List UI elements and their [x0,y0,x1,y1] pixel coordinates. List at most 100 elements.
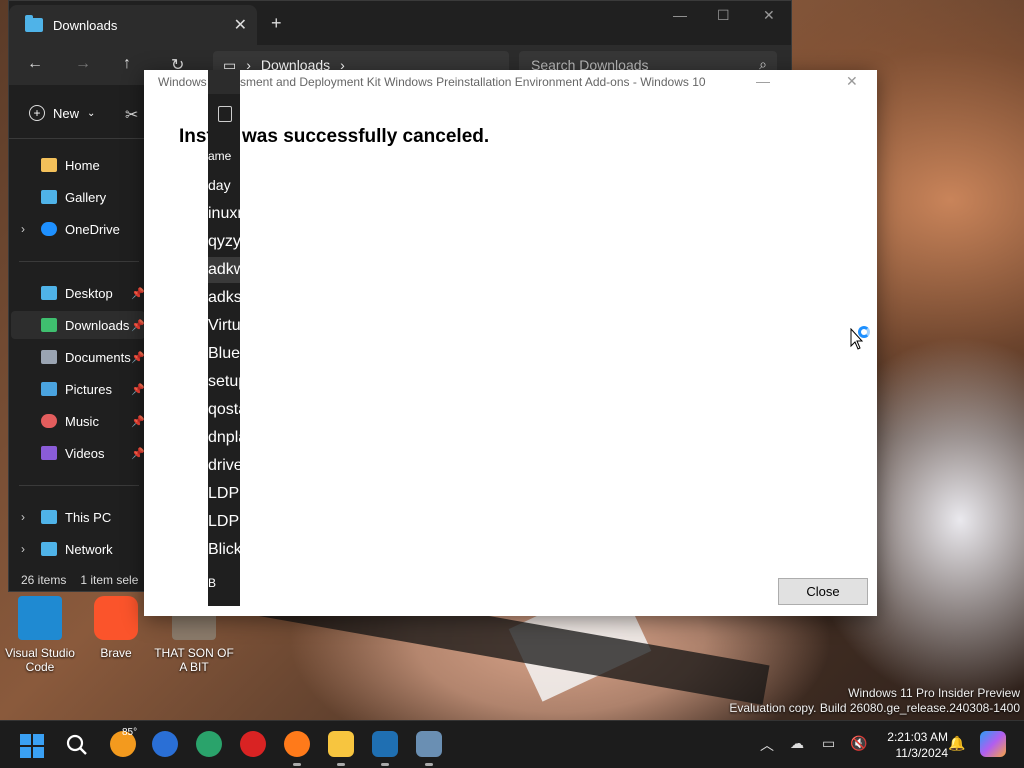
sidebar-item-label: Home [65,157,100,173]
folder-icon [25,15,43,32]
close-window-icon[interactable]: ✕ [846,73,858,90]
minimize-icon[interactable]: — [756,73,770,89]
download-icon [41,318,57,332]
status-message-right: was successfully canceled. [242,126,490,147]
forward-arrow-icon[interactable]: → [75,55,91,73]
video-icon [41,446,57,460]
chevron-right-icon[interactable]: › [21,510,25,524]
file-row[interactable]: setup [208,369,240,395]
file-row[interactable]: qostan [208,397,240,423]
file-row[interactable]: dnplay [208,425,240,451]
desktop-icon-vscode[interactable]: Visual Studio Code [0,596,80,674]
sidebar-item-label: Videos [65,445,105,461]
sidebar-item-documents[interactable]: Documents 📌 [11,343,145,371]
sidebar-item-pictures[interactable]: Pictures 📌 [11,375,145,403]
chevron-up-icon[interactable]: ︿ [760,735,774,755]
file-explorer-icon[interactable] [328,731,354,766]
watermark-line: Windows 11 Pro Insider Preview [848,686,1020,700]
copilot-icon[interactable] [980,731,1006,757]
file-row-selected[interactable]: adkwin [208,257,240,283]
cloud-offline-icon[interactable]: ☁ [790,735,804,752]
minimize-icon[interactable]: — [673,7,687,23]
app-icon[interactable] [240,731,266,757]
app-icon[interactable] [372,731,398,766]
pin-icon: 📌 [131,319,145,332]
sidebar-item-label: Documents [65,349,131,365]
file-row[interactable]: qyzylja [208,229,240,255]
desktop-icon-label: THAT SON OF A BIT [154,646,234,674]
volume-muted-icon[interactable]: 🔇 [850,735,867,752]
desktop-icon [41,286,57,300]
file-row[interactable]: adkset [208,285,240,311]
explorer-titlebar: Downloads ✕ + — ☐ ✕ [9,1,791,45]
edge-icon[interactable] [196,731,222,757]
up-arrow-icon[interactable]: ↑ [123,55,131,73]
dialog-title-right: sment and Deployment Kit Windows Preinst… [240,75,706,89]
dialog-title-left: Windows [158,75,207,89]
sidebar-item-gallery[interactable]: Gallery [11,183,145,211]
divider [19,485,139,486]
new-tab-icon[interactable]: + [271,13,282,34]
start-icon[interactable] [20,734,44,758]
desktop-icon-label: Brave [100,646,132,660]
sidebar-item-label: Desktop [65,285,113,301]
new-button-label: New [53,105,80,121]
watermark-line: Evaluation copy. Build 26080.ge_release.… [729,701,1020,715]
notification-bell-icon[interactable]: 🔔 [948,735,965,752]
vscode-icon [18,596,62,640]
home-icon [41,158,57,172]
back-arrow-icon[interactable]: ← [27,55,43,73]
paste-icon[interactable] [218,106,232,122]
file-row[interactable]: Virtual [208,313,240,339]
file-row[interactable]: inuxm [208,201,240,227]
cut-icon[interactable]: ✂ [125,105,138,125]
chevron-down-icon: ⌄ [87,107,96,119]
sidebar-item-label: This PC [65,509,112,525]
selection-count: 1 item sele [80,573,139,587]
navigation-pane: Home Gallery › OneDrive Desktop 📌 Downlo… [9,141,145,569]
sidebar-item-label: Network [65,541,113,557]
chevron-right-icon[interactable]: › [21,542,25,556]
sidebar-item-network[interactable]: › Network [11,535,145,563]
close-window-icon[interactable]: ✕ [763,7,775,24]
network-icon[interactable]: ▭ [822,735,835,752]
loading-spinner-icon [858,326,870,338]
installer-icon[interactable] [416,731,442,766]
clock[interactable]: 2:21:03 AM 11/3/2024 [868,729,948,761]
pin-icon: 📌 [131,447,145,460]
firefox-icon[interactable] [284,731,310,766]
column-header-name[interactable]: ame [208,143,240,169]
close-button[interactable]: Close [778,578,868,605]
explorer-tab[interactable]: Downloads ✕ [9,5,257,45]
browser-icon[interactable] [152,731,178,757]
file-row[interactable]: LDPlay [208,481,240,507]
sidebar-item-music[interactable]: Music 📌 [11,407,145,435]
pin-icon: 📌 [131,383,145,396]
sidebar-item-onedrive[interactable]: › OneDrive [11,215,145,243]
chevron-right-icon[interactable]: › [21,222,25,236]
strip-navbar [208,70,240,94]
item-count: 26 items [21,573,67,587]
os-watermark: Windows 11 Pro Insider Preview Evaluatio… [729,686,1020,716]
date: 11/3/2024 [895,746,949,760]
installer-dialog: Windows — ✕ Inst Close [144,70,877,616]
time: 2:21:03 AM [887,730,948,744]
file-row[interactable]: LDPlay [208,509,240,535]
new-button[interactable]: + New ⌄ [29,105,95,121]
file-row[interactable]: driver_ [208,453,240,479]
sidebar-item-home[interactable]: Home [11,151,145,179]
sidebar-item-downloads[interactable]: Downloads 📌 [11,311,145,339]
tab-close-icon[interactable]: ✕ [234,15,247,35]
sidebar-item-label: Gallery [65,189,107,205]
plus-icon: + [29,105,45,121]
sidebar-item-videos[interactable]: Videos 📌 [11,439,145,467]
group-header: day [208,177,231,193]
music-icon [41,414,57,428]
file-row[interactable]: Blickln [208,537,240,563]
file-row[interactable]: Blue Sl [208,341,240,367]
sidebar-item-this-pc[interactable]: › This PC [11,503,145,531]
maximize-icon[interactable]: ☐ [717,7,730,24]
sidebar-item-desktop[interactable]: Desktop 📌 [11,279,145,307]
explorer-file-list-strip: ame day inuxm qyzylja adkwin adkset Virt… [208,70,240,606]
search-icon[interactable] [66,734,88,756]
